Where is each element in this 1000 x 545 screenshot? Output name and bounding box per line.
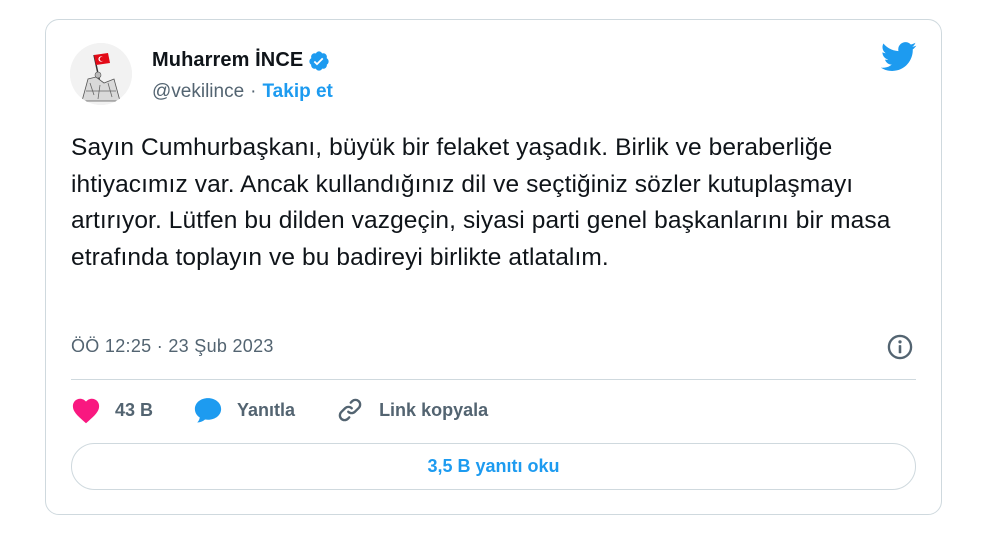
twitter-bird-icon[interactable] xyxy=(881,42,917,72)
info-icon[interactable] xyxy=(886,333,914,361)
copy-link-label: Link kopyala xyxy=(379,399,489,420)
link-icon xyxy=(338,398,362,422)
read-replies-button[interactable]: 3,5 B yanıtı oku xyxy=(71,443,916,490)
tweet-card: Muharrem İNCE @vekilince · Takip et Sayı… xyxy=(45,19,942,515)
follow-link[interactable]: Takip et xyxy=(262,81,332,103)
divider xyxy=(71,379,916,380)
tweet-text: Sayın Cumhurbaşkanı, büyük bir felaket y… xyxy=(71,134,891,271)
copy-link-button[interactable]: Link kopyala xyxy=(335,396,488,424)
author-handle-row: @vekilince · Takip et xyxy=(152,81,333,103)
like-count: 43 B xyxy=(115,399,154,420)
speech-bubble-icon xyxy=(194,398,222,423)
verified-badge-icon xyxy=(309,50,329,71)
display-name[interactable]: Muharrem İNCE xyxy=(152,49,303,72)
reply-label: Yanıtla xyxy=(237,399,296,420)
avatar[interactable] xyxy=(70,43,132,105)
handle[interactable]: @vekilince xyxy=(152,81,244,103)
author-name-row: Muharrem İNCE xyxy=(152,49,330,72)
tweet-timestamp[interactable]: ÖÖ 12:25 · 23 Şub 2023 xyxy=(71,336,274,357)
action-bar: 43 B Yanıtla Link kopyala xyxy=(71,396,528,424)
like-button[interactable]: 43 B xyxy=(71,396,153,424)
separator-dot: · xyxy=(250,81,257,102)
reply-action-button[interactable]: Yanıtla xyxy=(193,396,295,424)
heart-icon xyxy=(72,398,100,424)
